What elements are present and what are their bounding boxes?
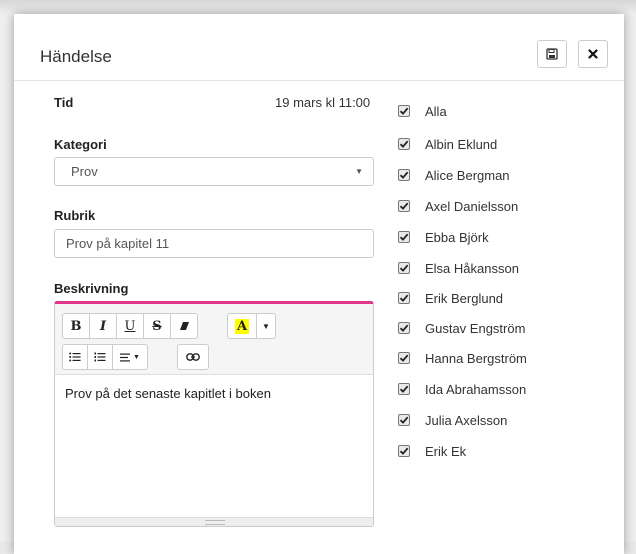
kategori-select[interactable]: Prov ▼	[54, 157, 374, 186]
participant-checkbox-row[interactable]: Julia Axelsson	[398, 410, 507, 430]
modal-title: Händelse	[40, 47, 112, 66]
participant-name: Ida Abrahamsson	[425, 381, 527, 397]
participant-name: Elsa Håkansson	[425, 260, 519, 276]
checkbox[interactable]	[398, 262, 410, 274]
participant-checkbox-row[interactable]: Ida Abrahamsson	[398, 379, 526, 399]
highlight-a-icon: A	[234, 318, 250, 334]
link-button[interactable]	[177, 344, 209, 370]
checkbox[interactable]	[398, 383, 410, 395]
tid-label: Tid	[54, 95, 74, 110]
checkmark-icon	[399, 264, 409, 272]
beskrivning-label: Beskrivning	[54, 281, 129, 296]
participant-checkbox-row[interactable]: Albin Eklund	[398, 134, 497, 154]
checkmark-icon	[399, 416, 409, 424]
close-button[interactable]	[578, 40, 608, 68]
italic-button[interactable]: I	[89, 313, 117, 339]
checkmark-icon	[399, 294, 409, 302]
strikethrough-button[interactable]: S	[143, 313, 171, 339]
kategori-label: Kategori	[54, 137, 107, 152]
eraser-icon	[179, 322, 189, 330]
participant-name: Erik Berglund	[425, 290, 504, 306]
checkmark-icon	[399, 354, 409, 362]
close-icon	[588, 49, 598, 59]
checkmark-icon	[399, 385, 409, 393]
checkmark-icon	[399, 140, 409, 148]
checkbox[interactable]	[398, 200, 410, 212]
numbered-list-icon	[94, 352, 106, 362]
caret-down-icon: ▼	[262, 321, 270, 331]
header-divider	[14, 80, 624, 81]
highlight-dropdown-button[interactable]: ▼	[256, 313, 276, 339]
grip-icon	[205, 520, 225, 525]
checkbox[interactable]	[398, 322, 410, 334]
description-editor: B I U S A ▼ ▼ Prov på det senaste kapitl…	[54, 301, 374, 527]
kategori-selected-value: Prov	[71, 164, 98, 179]
checkbox[interactable]	[398, 352, 410, 364]
underline-button[interactable]: U	[116, 313, 144, 339]
tid-value: 19 mars kl 11:00	[275, 95, 371, 110]
participant-checkbox-row[interactable]: Hanna Bergström	[398, 348, 527, 368]
checkbox[interactable]	[398, 105, 410, 117]
checkmark-icon	[399, 233, 409, 241]
clear-format-button[interactable]	[170, 313, 198, 339]
caret-down-icon: ▼	[133, 353, 140, 361]
align-dropdown-button[interactable]: ▼	[112, 344, 148, 370]
checkbox[interactable]	[398, 445, 410, 457]
save-button[interactable]	[537, 40, 567, 68]
rubrik-input[interactable]: Prov på kapitel 11	[54, 229, 374, 258]
save-icon	[546, 48, 558, 60]
participant-name: Erik Ek	[425, 443, 467, 459]
checkbox[interactable]	[398, 292, 410, 304]
bold-button[interactable]: B	[62, 313, 90, 339]
editor-resize-handle[interactable]	[55, 517, 373, 526]
checkmark-icon	[399, 202, 409, 210]
participant-name: Gustav Engström	[425, 320, 526, 336]
checkmark-icon	[399, 324, 409, 332]
participant-checkbox-row[interactable]: Axel Danielsson	[398, 196, 518, 216]
participant-name: Hanna Bergström	[425, 350, 527, 366]
select-all-checkbox-row[interactable]: Alla	[398, 101, 447, 121]
editor-toolbar: B I U S A ▼ ▼	[55, 304, 373, 375]
participant-checkbox-row[interactable]: Erik Berglund	[398, 288, 503, 308]
bullet-list-button[interactable]	[62, 344, 88, 370]
highlight-color-button[interactable]: A	[227, 313, 257, 339]
chevron-down-icon: ▼	[355, 167, 363, 176]
checkmark-icon	[399, 107, 409, 115]
checkmark-icon	[399, 447, 409, 455]
participant-name: Alla	[425, 103, 447, 119]
participant-checkbox-row[interactable]: Gustav Engström	[398, 318, 525, 338]
checkmark-icon	[399, 171, 409, 179]
participant-checkbox-row[interactable]: Ebba Björk	[398, 227, 489, 247]
participant-name: Axel Danielsson	[425, 198, 519, 214]
numbered-list-button[interactable]	[87, 344, 113, 370]
participant-name: Alice Bergman	[425, 167, 510, 183]
checkbox[interactable]	[398, 169, 410, 181]
participant-name: Julia Axelsson	[425, 412, 508, 428]
participant-checkbox-row[interactable]: Erik Ek	[398, 441, 466, 461]
participant-checkbox-row[interactable]: Elsa Håkansson	[398, 258, 519, 278]
checkbox[interactable]	[398, 414, 410, 426]
bullet-list-icon	[69, 352, 81, 362]
participant-checkbox-row[interactable]: Alice Bergman	[398, 165, 510, 185]
link-icon	[186, 353, 200, 361]
align-icon	[120, 353, 131, 361]
editor-content[interactable]: Prov på det senaste kapitlet i boken	[65, 386, 271, 401]
participant-name: Ebba Björk	[425, 229, 489, 245]
participant-name: Albin Eklund	[425, 136, 498, 152]
rubrik-label: Rubrik	[54, 208, 96, 223]
checkbox[interactable]	[398, 138, 410, 150]
checkbox[interactable]	[398, 231, 410, 243]
